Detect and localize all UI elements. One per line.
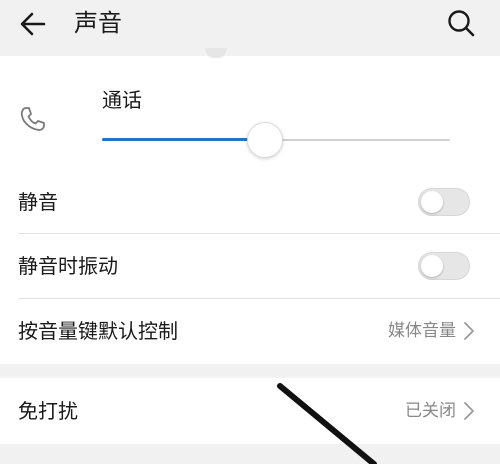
do-not-disturb-label: 免打扰: [18, 399, 78, 423]
page-title: 声音: [74, 9, 122, 37]
volume-key-default-value: 媒体音量: [388, 321, 456, 341]
app-header: 声音: [0, 0, 500, 48]
vibrate-when-muted-row[interactable]: 静音时振动: [0, 234, 500, 298]
bottom-background: [0, 444, 500, 464]
vibrate-when-muted-label: 静音时振动: [18, 254, 118, 278]
chevron-right-icon: [464, 322, 474, 340]
vibrate-when-muted-toggle[interactable]: [418, 252, 470, 280]
mute-row[interactable]: 静音: [0, 170, 500, 234]
phone-icon: [20, 107, 45, 131]
toggle-knob: [421, 191, 443, 213]
volume-key-default-label: 按音量键默认控制: [18, 319, 178, 343]
call-volume-slider[interactable]: [102, 122, 450, 158]
call-volume-label: 通话: [102, 88, 142, 112]
toggle-knob: [421, 255, 443, 277]
mute-label: 静音: [18, 190, 58, 214]
do-not-disturb-value: 已关闭: [405, 401, 456, 421]
slider-fill: [102, 138, 264, 141]
do-not-disturb-row[interactable]: 免打扰 已关闭: [0, 378, 500, 444]
volume-key-default-row[interactable]: 按音量键默认控制 媒体音量: [0, 299, 500, 363]
back-arrow-icon[interactable]: [18, 9, 48, 39]
chevron-right-icon: [464, 402, 474, 420]
slider-thumb[interactable]: [246, 122, 283, 158]
search-icon[interactable]: [446, 8, 476, 38]
mute-toggle[interactable]: [418, 188, 470, 216]
